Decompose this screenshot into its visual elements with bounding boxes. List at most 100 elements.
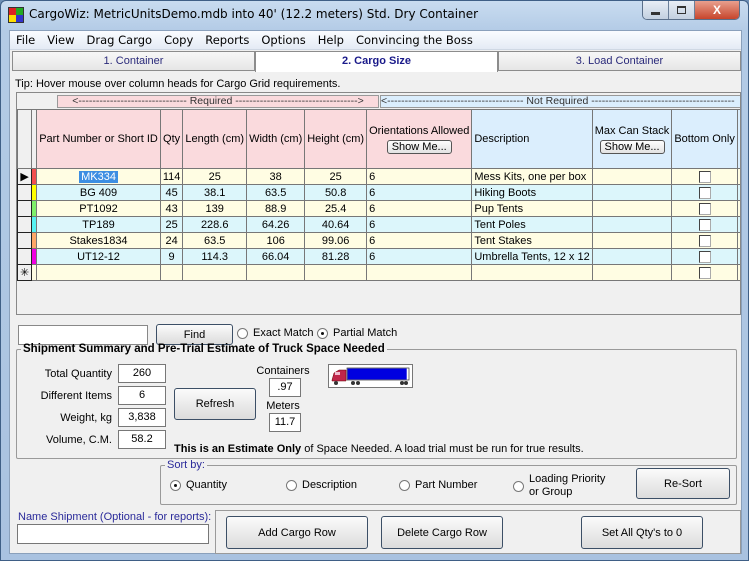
cell-length[interactable]: 228.6 [182,216,248,233]
bottom-only-checkbox[interactable] [698,186,711,199]
cell-width[interactable]: 106 [246,232,306,249]
empty-cell[interactable] [159,264,184,281]
cell-loading-priority[interactable] [736,232,740,249]
empty-cell[interactable] [304,264,368,281]
delete-cargo-row-button[interactable]: Delete Cargo Row [381,516,503,549]
cell-desc[interactable]: Tent Poles [471,216,593,233]
col-orientations[interactable]: Orientations Allowed Show Me... [366,109,473,169]
cell-qty[interactable]: 24 [159,232,184,249]
empty-cell[interactable] [246,264,306,281]
cell-length[interactable]: 114.3 [182,248,248,265]
cell-maxstack[interactable] [591,232,673,249]
empty-cell[interactable] [182,264,248,281]
cell-part-number[interactable]: PT1092 [36,200,161,217]
empty-cell[interactable] [736,264,740,281]
cell-orient[interactable]: 6 [366,216,473,233]
sort-part-number-radio[interactable]: Part Number [399,479,477,491]
cell-orient[interactable]: 6 [366,200,473,217]
col-loading-priority[interactable]: Loading Priority Group [736,109,740,169]
cell-qty[interactable]: 43 [159,200,184,217]
cell-maxstack[interactable] [591,216,673,233]
cell-loading-priority[interactable] [736,200,740,217]
row-selector[interactable] [17,200,33,217]
resort-button[interactable]: Re-Sort [636,468,730,499]
cell-part-number[interactable]: Stakes1834 [36,232,161,249]
table-row[interactable]: Stakes1834 24 63.5 106 99.06 6 Tent Stakes [17,232,740,249]
sort-description-radio[interactable]: Description [286,479,357,491]
bottom-only-checkbox[interactable] [698,234,711,247]
table-row[interactable]: TP189 25 228.6 64.26 40.64 6 Tent Poles [17,216,740,233]
exact-match-radio[interactable]: Exact Match [237,327,314,339]
cell-desc[interactable]: Pup Tents [471,200,593,217]
cell-loading-priority[interactable] [736,168,740,185]
cell-part-number[interactable]: TP189 [36,216,161,233]
cell-part-number[interactable]: MK334 [36,168,161,185]
cell-desc[interactable]: Tent Stakes [471,232,593,249]
cell-maxstack[interactable] [591,168,673,185]
cell-qty[interactable]: 45 [159,184,184,201]
cell-length[interactable]: 139 [182,200,248,217]
cell-length[interactable]: 25 [182,168,248,185]
empty-cell[interactable] [591,264,673,281]
cell-width[interactable]: 38 [246,168,306,185]
cell-width[interactable]: 63.5 [246,184,306,201]
menu-help[interactable]: Help [312,33,350,47]
col-height[interactable]: Height (cm) [304,109,368,169]
row-selector[interactable] [17,248,33,265]
cell-part-number[interactable]: UT12-12 [36,248,161,265]
cell-desc[interactable]: Umbrella Tents, 12 x 12 [471,248,593,265]
cell-orient[interactable]: 6 [366,232,473,249]
row-selector[interactable]: ▶ [17,168,33,185]
menu-file[interactable]: File [10,33,41,47]
cell-part-number[interactable]: BG 409 [36,184,161,201]
cell-orient[interactable]: 6 [366,248,473,265]
cell-orient[interactable]: 6 [366,184,473,201]
tab-load-container[interactable]: 3. Load Container [498,51,741,71]
set-all-qtys-to-zero-button[interactable]: Set All Qty's to 0 [581,516,703,549]
cell-maxstack[interactable] [591,248,673,265]
cell-maxstack[interactable] [591,200,673,217]
cell-qty[interactable]: 9 [159,248,184,265]
col-part-number[interactable]: Part Number or Short ID [36,109,161,169]
bottom-only-checkbox[interactable] [698,266,711,279]
new-row[interactable]: ✳ [17,264,740,281]
cell-length[interactable]: 38.1 [182,184,248,201]
empty-cell[interactable] [366,264,473,281]
cell-desc[interactable]: Mess Kits, one per box [471,168,593,185]
col-max-can-stack[interactable]: Max Can Stack Show Me... [591,109,673,169]
empty-cell[interactable] [36,264,161,281]
max-stack-show-me-button[interactable]: Show Me... [599,139,665,154]
col-length[interactable]: Length (cm) [182,109,248,169]
cell-height[interactable]: 25 [304,168,368,185]
table-row[interactable]: PT1092 43 139 88.9 25.4 6 Pup Tents [17,200,740,217]
col-bottom-only[interactable]: Bottom Only [671,109,738,169]
menu-view[interactable]: View [41,33,80,47]
sort-loading-priority-radio[interactable]: Loading Priority or Group [513,473,611,499]
refresh-button[interactable]: Refresh [174,388,256,420]
menu-copy[interactable]: Copy [158,33,199,47]
bottom-only-checkbox[interactable] [698,218,711,231]
cell-maxstack[interactable] [591,184,673,201]
col-qty[interactable]: Qty [159,109,184,169]
tab-container[interactable]: 1. Container [12,51,255,71]
partial-match-radio[interactable]: Partial Match [317,327,397,339]
row-selector[interactable]: ✳ [17,264,33,281]
cell-orient[interactable]: 6 [366,168,473,185]
sort-quantity-radio[interactable]: Quantity [170,479,227,491]
table-row[interactable]: UT12-12 9 114.3 66.04 81.28 6 Umbrella Tents, … [17,248,740,265]
menu-reports[interactable]: Reports [199,33,255,47]
menu-drag-cargo[interactable]: Drag Cargo [81,33,159,47]
empty-cell[interactable] [471,264,593,281]
find-button[interactable]: Find [156,324,233,345]
cell-height[interactable]: 99.06 [304,232,368,249]
cell-height[interactable]: 25.4 [304,200,368,217]
cell-qty[interactable]: 114 [159,168,184,185]
shipment-name-input[interactable] [17,524,209,544]
row-selector[interactable] [17,232,33,249]
cell-loading-priority[interactable] [736,184,740,201]
maximize-button[interactable] [669,1,695,19]
cell-width[interactable]: 88.9 [246,200,306,217]
minimize-button[interactable] [643,1,669,19]
bottom-only-checkbox[interactable] [698,250,711,263]
cell-width[interactable]: 64.26 [246,216,306,233]
